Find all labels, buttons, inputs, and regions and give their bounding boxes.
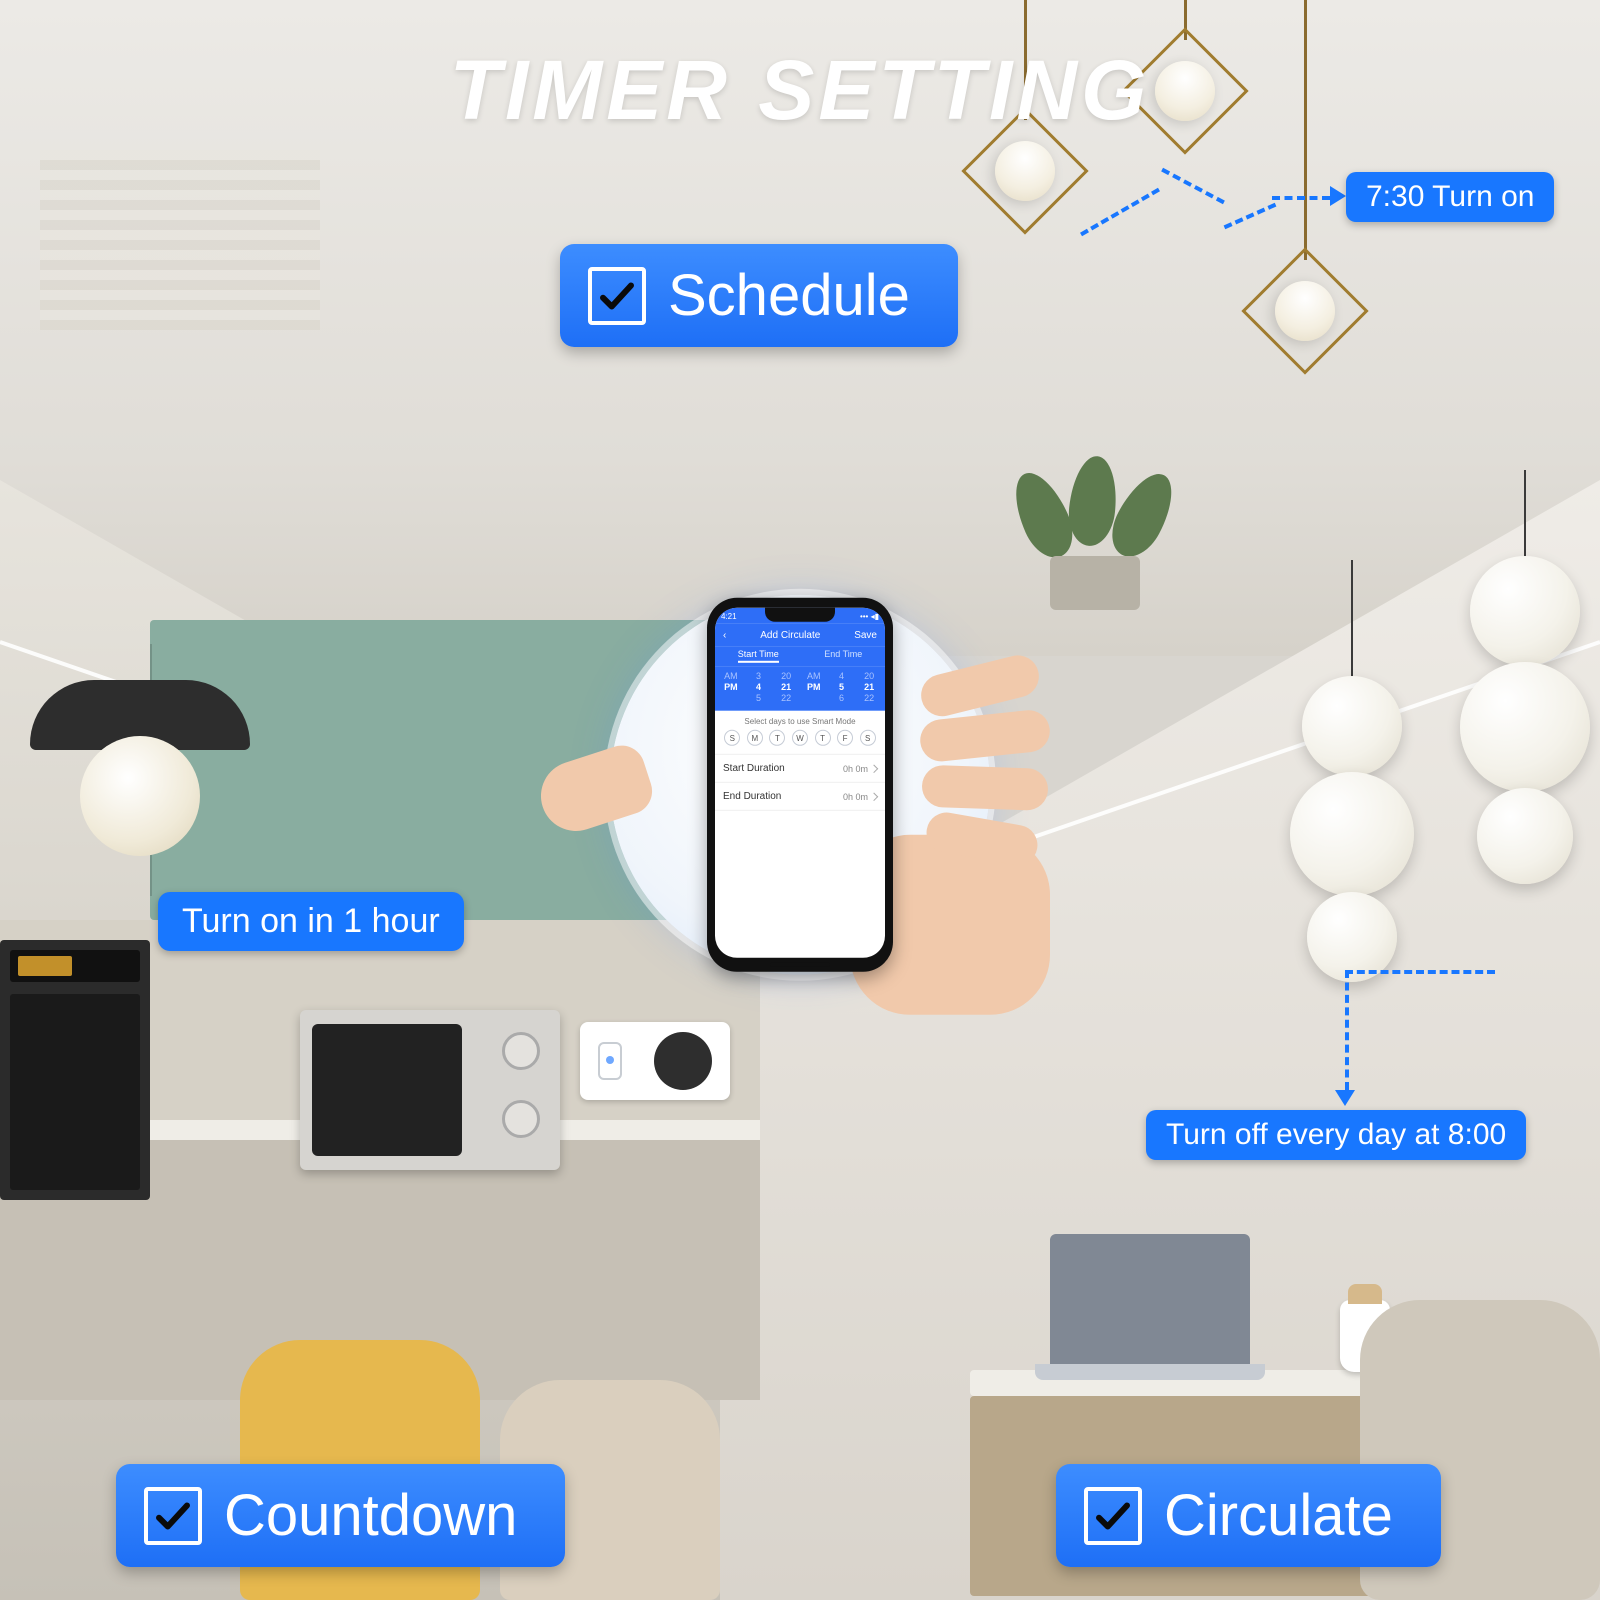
day-chip[interactable]: S <box>724 730 740 746</box>
row-value: 0h 0m <box>843 791 868 801</box>
window-blinds <box>40 150 320 330</box>
hand-finger <box>918 708 1052 763</box>
wall-oven <box>0 940 150 1200</box>
back-button[interactable]: ‹ <box>723 630 726 641</box>
status-time: 4:21 <box>721 611 737 620</box>
time-picker[interactable]: AMPM 345 202122 AMPM 456 202122 <box>715 667 885 711</box>
hand-finger <box>921 765 1048 811</box>
day-chip[interactable]: W <box>792 730 808 746</box>
check-icon <box>144 1487 202 1545</box>
page-title: TIMER SETTING <box>0 42 1600 139</box>
check-icon <box>1084 1487 1142 1545</box>
app-header: ‹ Add Circulate Save <box>715 624 885 647</box>
connector-dash <box>1345 970 1349 1090</box>
pendant-lamp <box>30 680 250 856</box>
phone-device: 4:21 ••• ◂▮ ‹ Add Circulate Save Start T… <box>707 598 893 972</box>
row-label: Start Duration <box>723 763 785 774</box>
phone-notch <box>765 608 835 622</box>
tab-start-time[interactable]: Start Time <box>738 649 779 663</box>
days-card: Select days to use Smart Mode S M T W T … <box>715 711 885 755</box>
days-title: Select days to use Smart Mode <box>721 717 879 726</box>
feature-circulate[interactable]: Circulate <box>1056 1464 1441 1567</box>
row-label: End Duration <box>723 791 781 802</box>
feature-countdown[interactable]: Countdown <box>116 1464 565 1567</box>
check-icon <box>588 267 646 325</box>
row-start-duration[interactable]: Start Duration 0h 0m <box>715 755 885 783</box>
globe-lights <box>1290 560 1414 982</box>
tab-end-time[interactable]: End Time <box>824 649 862 663</box>
day-chip[interactable]: F <box>837 730 853 746</box>
chevron-right-icon <box>870 792 878 800</box>
day-chip[interactable]: T <box>815 730 831 746</box>
row-end-duration[interactable]: End Duration 0h 0m <box>715 783 885 811</box>
day-chip[interactable]: M <box>747 730 763 746</box>
laptop <box>1050 1234 1265 1380</box>
day-chip[interactable]: S <box>860 730 876 746</box>
arrowhead-icon <box>1330 186 1346 206</box>
phone-circle: 4:21 ••• ◂▮ ‹ Add Circulate Save Start T… <box>610 595 990 975</box>
days-row: S M T W T F S <box>721 730 879 746</box>
day-chip[interactable]: T <box>769 730 785 746</box>
home-indicator <box>770 963 830 967</box>
connector-dash <box>1345 970 1495 974</box>
row-value: 0h 0m <box>843 763 868 773</box>
smart-socket <box>580 1022 730 1100</box>
app-title: Add Circulate <box>760 630 820 641</box>
potted-plant <box>1010 470 1180 610</box>
save-button[interactable]: Save <box>854 630 877 641</box>
feature-label: Circulate <box>1164 1482 1393 1549</box>
feature-schedule[interactable]: Schedule <box>560 244 958 347</box>
callout-turn-off-8: Turn off every day at 8:00 <box>1146 1110 1526 1160</box>
globe-lights <box>1460 470 1590 884</box>
connector-dash <box>1272 196 1330 200</box>
callout-turn-on-1h: Turn on in 1 hour <box>158 892 464 951</box>
feature-label: Schedule <box>668 262 910 329</box>
microwave <box>300 1010 560 1170</box>
phone-screen: 4:21 ••• ◂▮ ‹ Add Circulate Save Start T… <box>715 608 885 958</box>
chevron-right-icon <box>870 764 878 772</box>
arrowhead-icon <box>1335 1090 1355 1106</box>
status-icons: ••• ◂▮ <box>860 611 879 620</box>
time-tabs: Start Time End Time <box>715 647 885 667</box>
callout-turn-on-730: 7:30 Turn on <box>1346 172 1554 222</box>
feature-label: Countdown <box>224 1482 517 1549</box>
